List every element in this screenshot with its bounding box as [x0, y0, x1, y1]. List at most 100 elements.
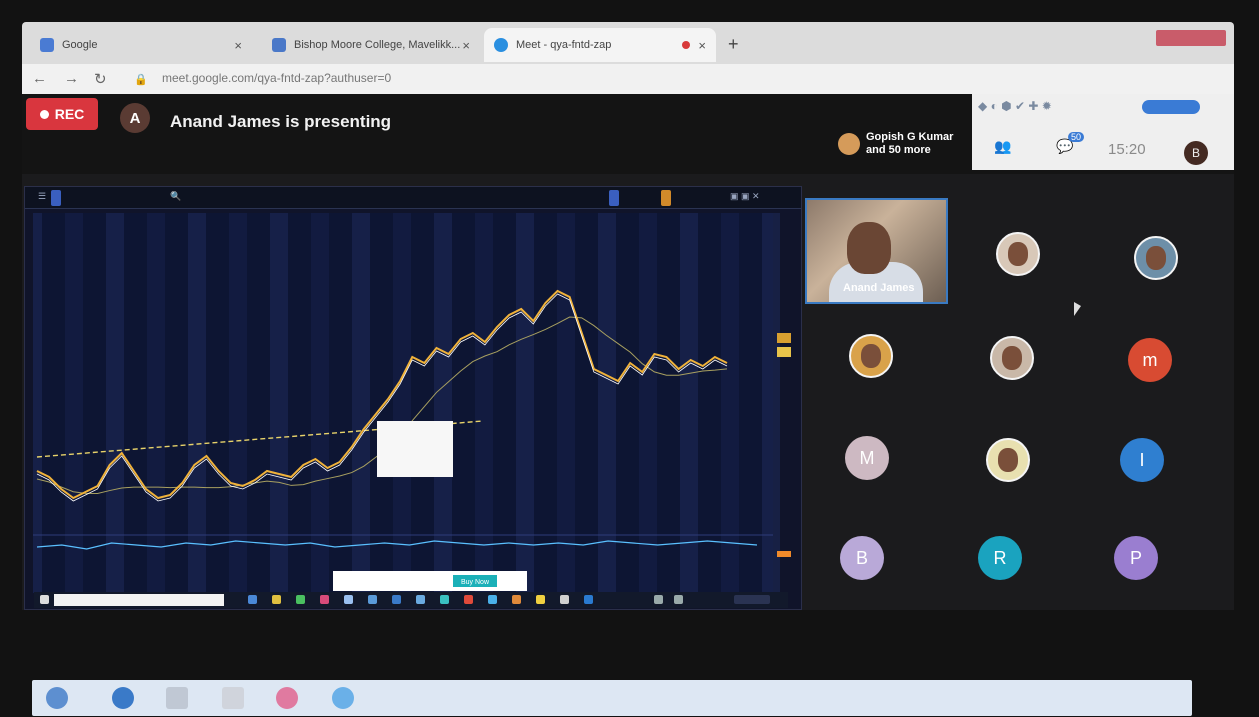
participant-avatar[interactable]	[849, 334, 893, 378]
app-icon[interactable]	[222, 687, 244, 709]
buy-now-label: Buy Now	[461, 579, 490, 586]
participant-avatar[interactable]	[990, 336, 1034, 380]
taskbar-app-icon[interactable]	[536, 595, 545, 604]
windows-start-icon[interactable]	[40, 595, 49, 604]
tab-google[interactable]: Google ×	[30, 28, 252, 62]
taskbar-app-icon[interactable]	[248, 595, 257, 604]
participant-initial: I	[1139, 449, 1145, 470]
recording-badge: REC	[26, 98, 98, 130]
paint-icon[interactable]	[276, 687, 298, 709]
tab-bishop-moore[interactable]: Bishop Moore College, Mavelikk... ×	[262, 28, 480, 62]
record-dot-icon	[39, 109, 49, 119]
browser-toolbar: ← → ↻ 🔒 meet.google.com/qya-fntd-zap?aut…	[22, 64, 1234, 94]
user-avatar[interactable]: B	[1184, 141, 1208, 165]
shared-screen-taskbar	[34, 592, 788, 608]
close-icon[interactable]: ×	[234, 38, 242, 53]
taskbar-search[interactable]	[54, 594, 224, 606]
participant-avatar[interactable]	[996, 232, 1040, 276]
menu-icon[interactable]: ☰	[33, 190, 51, 206]
system-tray-icon[interactable]	[674, 595, 683, 604]
presenter-video-tile[interactable]: Anand James	[805, 198, 948, 304]
taskbar-app-icon[interactable]	[344, 595, 353, 604]
explorer-icon[interactable]	[166, 687, 188, 709]
workspace-tab[interactable]	[609, 190, 619, 206]
taskbar-app-icon[interactable]	[296, 595, 305, 604]
clock-text: 15:20	[1108, 141, 1146, 158]
system-tray-icon[interactable]	[654, 595, 663, 604]
taskbar-app-icon[interactable]	[368, 595, 377, 604]
taskbar-app-icon[interactable]	[464, 595, 473, 604]
address-bar[interactable]: meet.google.com/qya-fntd-zap?authuser=0	[162, 71, 391, 85]
people-more: and 50 more	[866, 144, 931, 156]
taskbar-app-icon[interactable]	[488, 595, 497, 604]
presenter-avatar: A	[120, 103, 150, 133]
internet-explorer-icon[interactable]	[112, 687, 134, 709]
trading-toolbar: ☰ 🔍 ▣ ▣ ✕	[25, 187, 801, 209]
people-panel-icon[interactable]: 👥	[994, 138, 1011, 155]
window-buttons[interactable]: ▣ ▣ ✕	[725, 190, 765, 206]
participant-photo	[998, 448, 1018, 472]
participant-avatar[interactable]: M	[845, 436, 889, 480]
browser-tab-strip: Google × Bishop Moore College, Mavelikk.…	[22, 22, 1234, 64]
participant-avatar[interactable]: R	[978, 536, 1022, 580]
meet-favicon-icon	[494, 38, 508, 52]
participant-avatar[interactable]	[1134, 236, 1178, 280]
mouse-cursor-icon	[1074, 302, 1081, 316]
participant-avatar[interactable]: B	[840, 536, 884, 580]
notice-bar	[333, 571, 527, 591]
people-name: Gopish G Kumar	[866, 131, 954, 143]
participant-avatar[interactable]	[986, 438, 1030, 482]
price-chart[interactable]: Buy Now	[33, 213, 793, 603]
chat-count-badge: 50	[1068, 132, 1085, 142]
people-icon	[838, 133, 860, 155]
google-favicon-icon	[40, 38, 54, 52]
participant-photo	[1146, 246, 1166, 270]
close-icon[interactable]: ×	[462, 38, 470, 53]
extensions-icon[interactable]: ◆ ◐ ⬢ ✔ ✚ ✹	[978, 99, 1052, 113]
tab-label: Bishop Moore College, Mavelikk...	[294, 39, 461, 51]
taskbar-app-icon[interactable]	[416, 595, 425, 604]
taskbar-app-icon[interactable]	[392, 595, 401, 604]
participant-avatar[interactable]: I	[1120, 438, 1164, 482]
chart-tab[interactable]	[51, 190, 61, 206]
profile-chip[interactable]	[1142, 100, 1200, 114]
search-icon[interactable]: 🔍	[165, 190, 186, 206]
presenter-face	[847, 222, 891, 274]
rec-label: REC	[54, 106, 85, 122]
participant-initial: R	[993, 547, 1007, 568]
taskbar-app-icon[interactable]	[584, 595, 593, 604]
people-indicator[interactable]: Gopish G Kumar and 50 more	[838, 126, 968, 162]
host-taskbar	[32, 680, 1192, 716]
new-tab-button[interactable]: +	[728, 34, 739, 55]
tab-label: Meet - qya-fntd-zap	[516, 39, 612, 51]
video-tile-name: Anand James	[843, 282, 915, 294]
reload-icon[interactable]: ↻	[94, 70, 107, 88]
recording-dot-icon	[682, 41, 691, 49]
price-label-marker	[777, 347, 791, 357]
tab-meet[interactable]: Meet - qya-fntd-zap ×	[484, 28, 716, 62]
back-icon[interactable]: ←	[32, 70, 47, 87]
taskbar-clock	[734, 595, 770, 604]
tab-label: Google	[62, 39, 98, 51]
windows-start-icon[interactable]	[46, 687, 68, 709]
participant-initial: m	[1142, 349, 1158, 370]
forward-icon[interactable]: →	[64, 70, 79, 87]
participant-initial: M	[859, 447, 875, 468]
active-tab[interactable]	[661, 190, 671, 206]
popup-box[interactable]	[377, 421, 453, 477]
taskbar-app-icon[interactable]	[440, 595, 449, 604]
taskbar-app-icon[interactable]	[320, 595, 329, 604]
taskbar-app-icon[interactable]	[272, 595, 281, 604]
participant-avatar[interactable]: m	[1128, 338, 1172, 382]
photo-frame: Google × Bishop Moore College, Mavelikk.…	[0, 0, 1259, 717]
chrome-icon[interactable]	[332, 687, 354, 709]
window-controls[interactable]	[1156, 30, 1226, 46]
taskbar-app-icon[interactable]	[560, 595, 569, 604]
participant-avatar[interactable]: P	[1114, 536, 1158, 580]
shared-screen: ☰ 🔍 ▣ ▣ ✕ Buy Now	[24, 186, 802, 610]
college-favicon-icon	[272, 38, 286, 52]
taskbar-app-icon[interactable]	[512, 595, 521, 604]
close-icon[interactable]: ×	[698, 38, 706, 53]
lock-icon: 🔒	[134, 74, 148, 86]
presenting-status: Anand James is presenting	[170, 112, 392, 131]
